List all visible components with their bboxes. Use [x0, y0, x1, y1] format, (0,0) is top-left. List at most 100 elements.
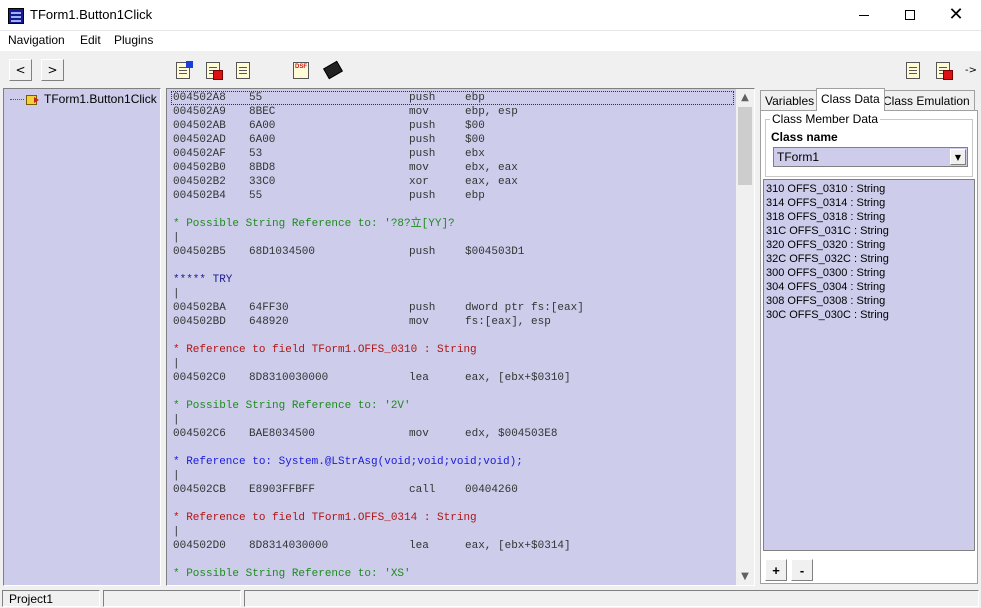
tree-node[interactable]: TForm1.Button1Click [10, 92, 157, 106]
code-spacer[interactable]: | [171, 413, 734, 427]
code-operand: fs:[eax], esp [465, 316, 551, 328]
code-mnemonic: call [409, 484, 436, 496]
list-item[interactable]: 304 OFFS_0304 : String [766, 280, 972, 294]
code-spacer[interactable]: | [171, 469, 734, 483]
code-spacer[interactable] [171, 259, 734, 273]
forward-button[interactable]: > [41, 59, 64, 81]
code-line[interactable]: 004502BA 64FF30 push dword ptr fs:[eax] [171, 301, 734, 315]
list-item[interactable]: 318 OFFS_0318 : String [766, 210, 972, 224]
code-bytes: 53 [249, 148, 263, 160]
list-item[interactable]: 31C OFFS_031C : String [766, 224, 972, 238]
code-line[interactable]: 004502B2 33C0 xor eax, eax [171, 175, 734, 189]
code-line[interactable]: 004502B0 8BD8 mov ebx, eax [171, 161, 734, 175]
code-line[interactable]: 004502D0 8D8314030000 lea eax, [ebx+$0314] [171, 539, 734, 553]
code-branch-marker: | [173, 470, 180, 482]
code-branch-marker: | [173, 232, 180, 244]
code-address: 004502B0 [173, 162, 226, 174]
class-name-select[interactable]: TForm1 ▼ [773, 147, 968, 167]
code-comment[interactable]: * Reference to: System.@LStrAsg(void;voi… [171, 455, 734, 469]
chevron-down-icon[interactable]: ▼ [950, 149, 966, 165]
code-spacer[interactable] [171, 497, 734, 511]
app-icon [8, 8, 24, 24]
scroll-down-icon[interactable]: ▼ [736, 568, 754, 585]
code-comment[interactable]: * Possible String Reference to: '?8?立[YY… [171, 217, 734, 231]
code-spacer[interactable] [171, 385, 734, 399]
window-title: TForm1.Button1Click [30, 7, 153, 22]
code-operand: eax, [ebx+$0314] [465, 540, 571, 552]
dsf-button[interactable]: DSF [290, 59, 312, 81]
tab-body: Class Member Data Class name TForm1 ▼ 31… [760, 110, 978, 584]
add-member-button[interactable]: + [765, 559, 787, 581]
close-button[interactable]: ✕ [933, 0, 979, 30]
code-comment[interactable]: * Reference to field TForm1.OFFS_0314 : … [171, 511, 734, 525]
members-list[interactable]: 310 OFFS_0310 : String 314 OFFS_0314 : St… [763, 179, 975, 551]
vertical-scrollbar[interactable]: ▲ ▼ [736, 89, 754, 585]
tab-class-data[interactable]: Class Data [816, 88, 885, 111]
list-item[interactable]: 308 OFFS_0308 : String [766, 294, 972, 308]
code-line[interactable]: 004502BD 648920 mov fs:[eax], esp [171, 315, 734, 329]
disassembly-view[interactable]: 004502A8 55 push ebp 004502A9 8BEC mov ebp, esp… [166, 88, 755, 586]
export-red-icon [936, 61, 953, 80]
code-operand: $00 [465, 120, 485, 132]
list-item[interactable]: 300 OFFS_0300 : String [766, 266, 972, 280]
code-comment[interactable]: * Reference to field TForm1.OFFS_0310 : … [171, 343, 734, 357]
code-spacer[interactable] [171, 441, 734, 455]
code-line[interactable]: 004502AF 53 push ebx [171, 147, 734, 161]
menu-navigation[interactable]: Navigation [8, 33, 65, 47]
code-comment[interactable]: ***** TRY [171, 273, 734, 287]
code-line[interactable]: 004502C0 8D8310030000 lea eax, [ebx+$0310] [171, 371, 734, 385]
more-button[interactable]: -> [960, 59, 981, 81]
code-address: 004502CB [173, 484, 226, 496]
scroll-up-icon[interactable]: ▲ [736, 89, 754, 106]
minimize-button[interactable] [841, 0, 887, 30]
maximize-icon [905, 10, 915, 20]
export-red-button[interactable] [932, 59, 954, 81]
menu-plugins[interactable]: Plugins [114, 33, 153, 47]
code-spacer[interactable]: | [171, 357, 734, 371]
code-spacer[interactable] [171, 553, 734, 567]
class-panel: Variables Class Data Class Emulation Class… [758, 88, 980, 586]
tab-variables[interactable]: Variables [760, 90, 820, 110]
code-line[interactable]: 004502A9 8BEC mov ebp, esp [171, 105, 734, 119]
chip-button[interactable] [322, 59, 344, 81]
code-operand: ebp [465, 190, 485, 202]
code-mnemonic: lea [409, 372, 429, 384]
code-address: 004502AB [173, 120, 226, 132]
code-line[interactable]: 004502B4 55 push ebp [171, 189, 734, 203]
list-item[interactable]: 30C OFFS_030C : String [766, 308, 972, 322]
code-line[interactable]: 004502A8 55 push ebp [171, 91, 734, 105]
code-line[interactable]: 004502CB E8903FFBFF call 00404260 [171, 483, 734, 497]
code-comment[interactable]: * Possible String Reference to: '2V' [171, 399, 734, 413]
code-spacer[interactable]: | [171, 287, 734, 301]
back-button[interactable]: < [9, 59, 32, 81]
code-spacer[interactable] [171, 329, 734, 343]
tab-class-emulation[interactable]: Class Emulation [878, 90, 975, 110]
code-line[interactable]: 004502C6 BAE8034500 mov edx, $004503E8 [171, 427, 734, 441]
code-bytes: 8BEC [249, 106, 276, 118]
copy-file-button[interactable] [232, 59, 254, 81]
code-mnemonic: xor [409, 176, 429, 188]
remove-member-button[interactable]: - [791, 559, 813, 581]
code-spacer[interactable]: | [171, 231, 734, 245]
list-item[interactable]: 314 OFFS_0314 : String [766, 196, 972, 210]
export-button[interactable] [902, 59, 924, 81]
open-file-button[interactable] [172, 59, 194, 81]
list-item[interactable]: 310 OFFS_0310 : String [766, 182, 972, 196]
procedure-tree[interactable]: TForm1.Button1Click [3, 88, 161, 586]
code-line[interactable]: 004502AB 6A00 push $00 [171, 119, 734, 133]
code-line[interactable]: 004502AD 6A00 push $00 [171, 133, 734, 147]
save-file-button[interactable] [202, 59, 224, 81]
code-operand: ebp, esp [465, 106, 518, 118]
code-spacer[interactable] [171, 203, 734, 217]
list-item[interactable]: 320 OFFS_0320 : String [766, 238, 972, 252]
scroll-thumb[interactable] [738, 107, 752, 185]
code-operand: eax, eax [465, 176, 518, 188]
code-line[interactable]: 004502B5 68D1034500 push $004503D1 [171, 245, 734, 259]
code-mnemonic: mov [409, 316, 429, 328]
code-mnemonic: push [409, 120, 436, 132]
list-item[interactable]: 32C OFFS_032C : String [766, 252, 972, 266]
code-spacer[interactable]: | [171, 525, 734, 539]
menu-edit[interactable]: Edit [80, 33, 101, 47]
maximize-button[interactable] [887, 0, 933, 30]
code-comment[interactable]: * Possible String Reference to: 'XS' [171, 567, 734, 581]
